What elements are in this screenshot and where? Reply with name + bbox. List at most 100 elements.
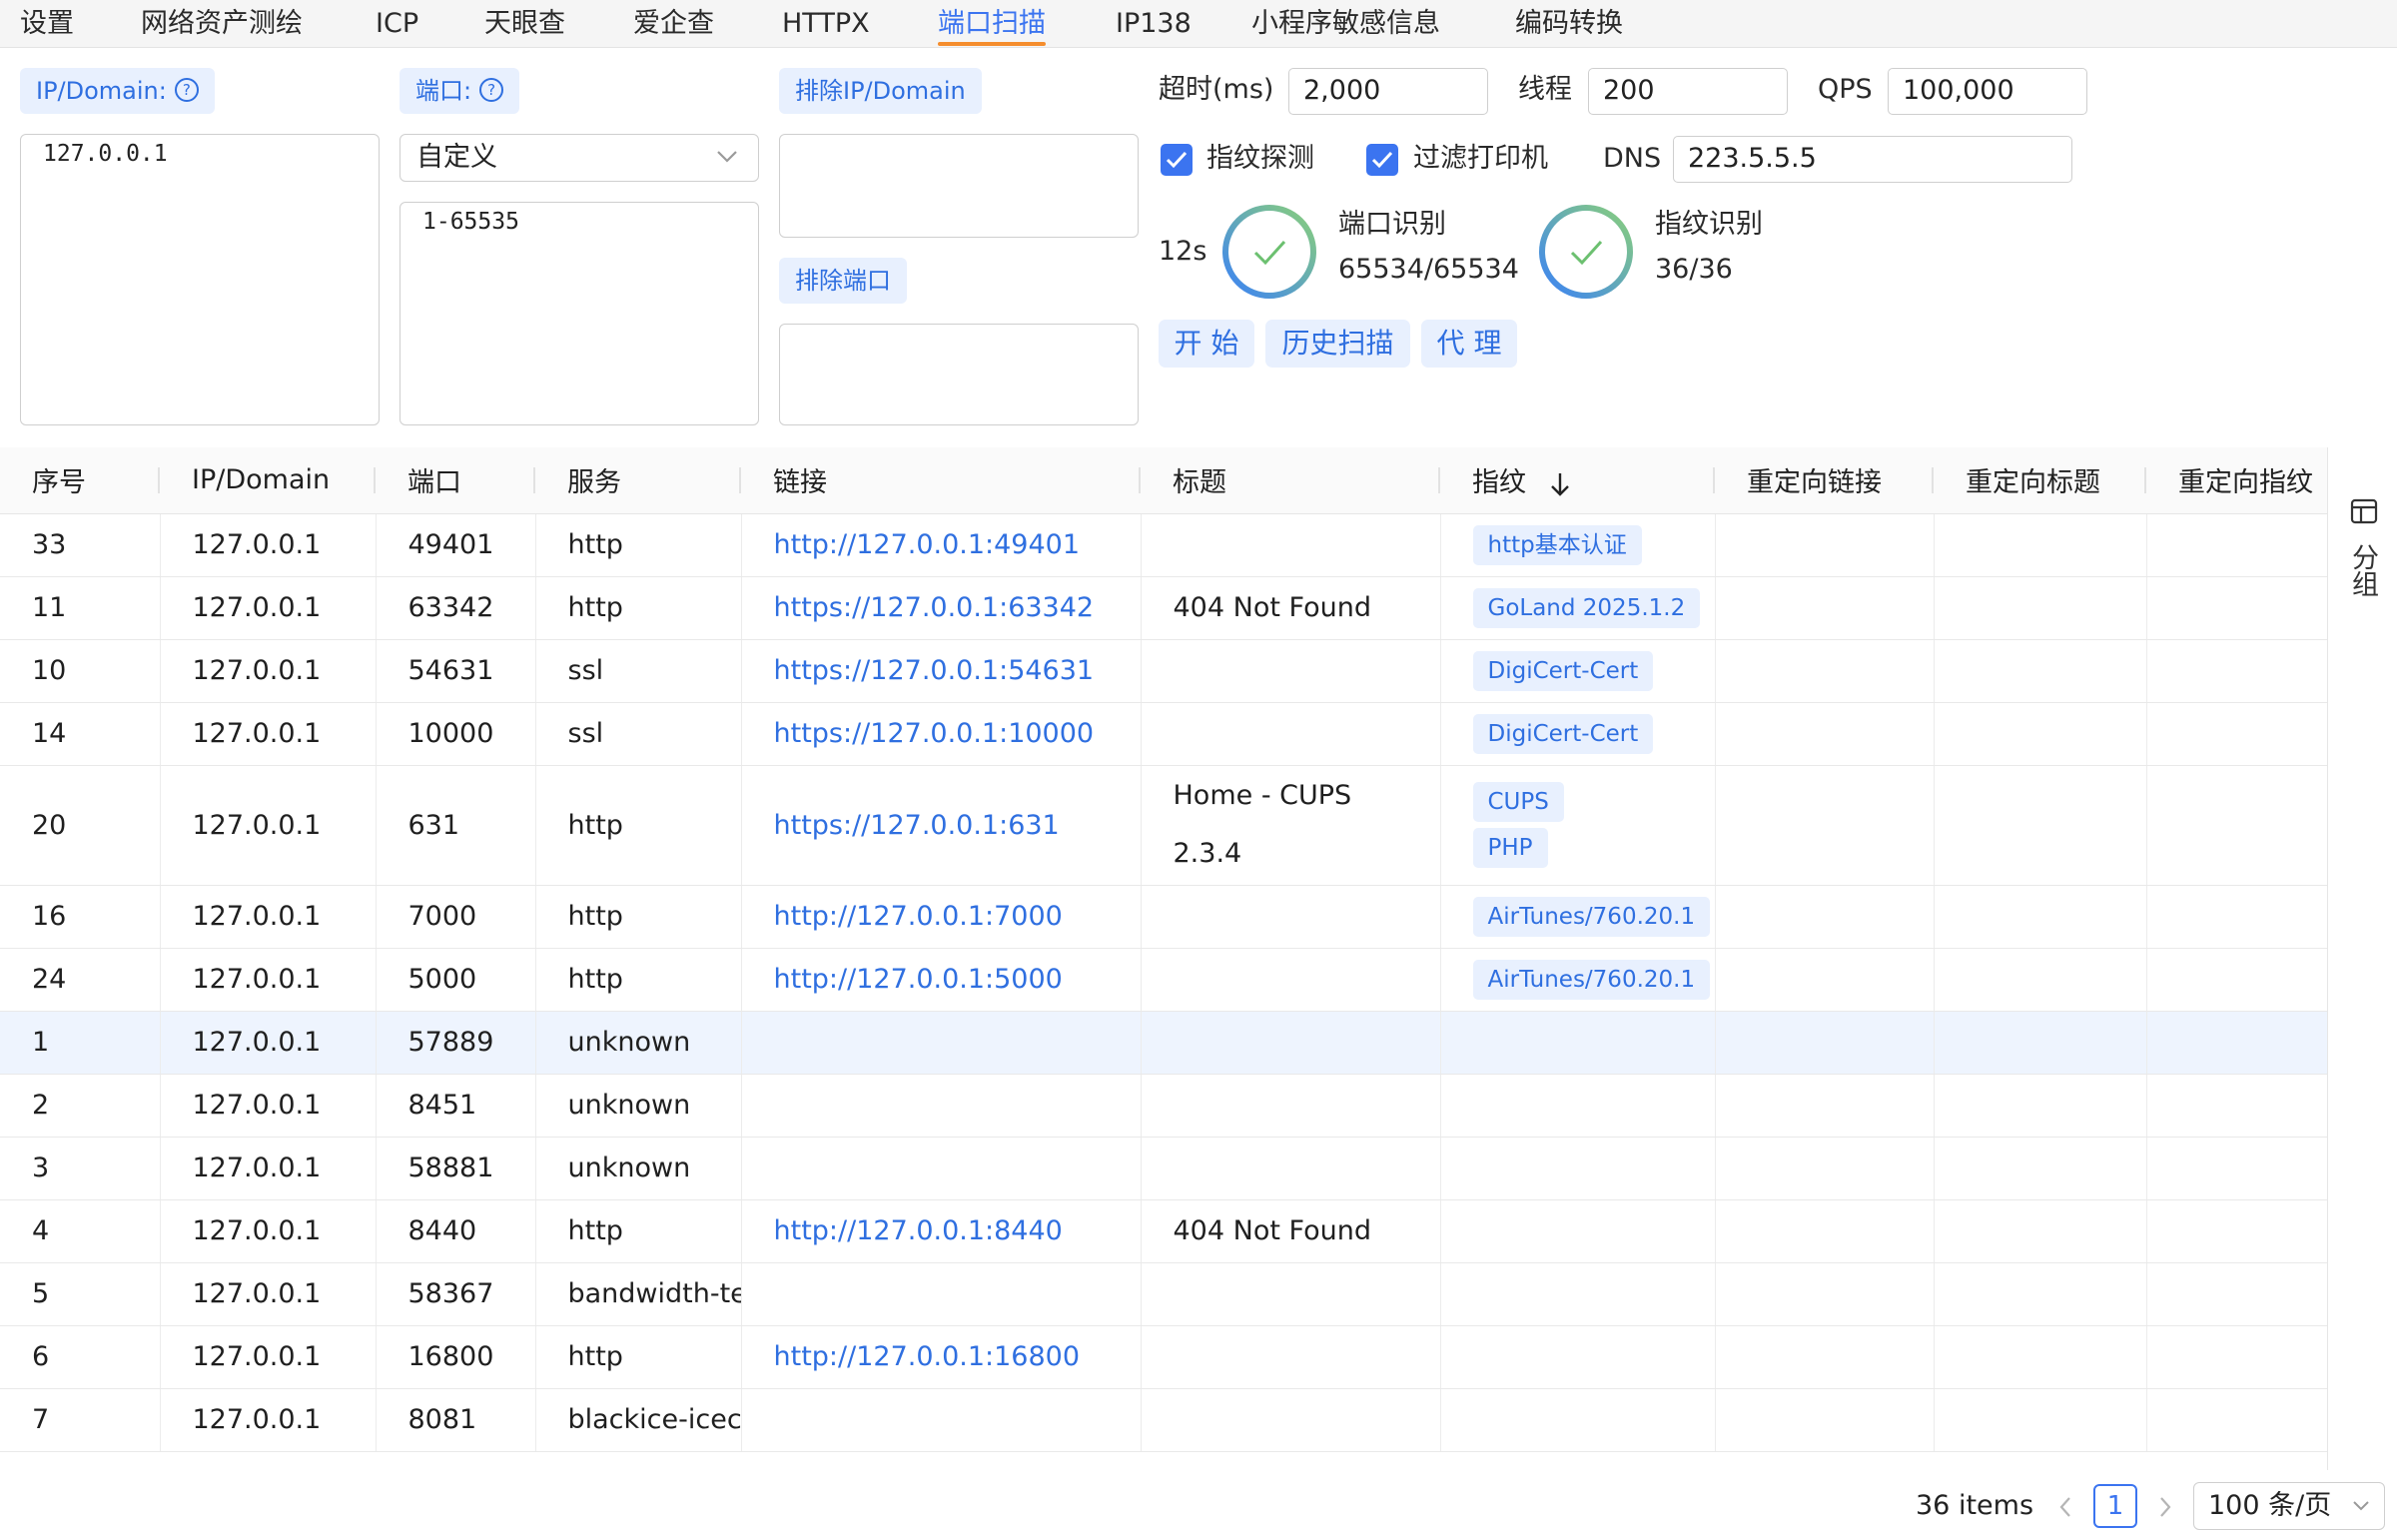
- threads-input[interactable]: 200: [1588, 68, 1788, 115]
- exclude-ip-label: 排除IP/Domain: [779, 68, 982, 114]
- cell-service: ssl: [535, 639, 742, 703]
- col-header-port[interactable]: 端口: [376, 447, 535, 514]
- table-header-row: 序号 IP/Domain 端口 服务 链接 标题 指纹 重定向链接 重定向标题 …: [0, 447, 2327, 514]
- cell-link: [741, 1262, 1142, 1326]
- link[interactable]: https://127.0.0.1:631: [774, 810, 1060, 841]
- cell-port: 5000: [376, 948, 536, 1012]
- table-row[interactable]: 33 127.0.0.1 49401 http http://127.0.0.1:494…: [0, 513, 2327, 577]
- chevron-right-icon[interactable]: [2157, 1495, 2173, 1519]
- tab-tianyancha[interactable]: 天眼查: [484, 0, 565, 47]
- cell-redirect-fingerprint: [2146, 1262, 2327, 1326]
- cell-redirect-title: [1934, 948, 2147, 1012]
- dns-input[interactable]: 223.5.5.5: [1673, 136, 2072, 183]
- table-row[interactable]: 14 127.0.0.1 10000 ssl https://127.0.0.1:100…: [0, 702, 2327, 766]
- cell-redirect-fingerprint: [2146, 513, 2327, 577]
- col-header-redirect-title[interactable]: 重定向标题: [1934, 447, 2146, 514]
- table-row[interactable]: 24 127.0.0.1 5000 http http://127.0.0.1:5000…: [0, 948, 2327, 1012]
- cell-ip: 127.0.0.1: [160, 513, 377, 577]
- cell-id: 3: [0, 1137, 161, 1200]
- col-header-label: 服务: [567, 467, 621, 499]
- link[interactable]: https://127.0.0.1:10000: [774, 718, 1095, 749]
- tab-icp[interactable]: ICP: [376, 0, 418, 47]
- col-header-id[interactable]: 序号: [0, 447, 160, 514]
- total-items: 36 items: [1916, 1490, 2034, 1521]
- sort-desc-icon[interactable]: [1549, 471, 1571, 497]
- tab-ip138[interactable]: IP138: [1116, 0, 1192, 47]
- cell-service: http: [535, 948, 742, 1012]
- port-value: 1-65535: [422, 209, 519, 235]
- link[interactable]: http://127.0.0.1:5000: [774, 964, 1063, 995]
- tab-miniprogram[interactable]: 小程序敏感信息: [1251, 0, 1440, 47]
- table-row[interactable]: 6 127.0.0.1 16800 http http://127.0.0.1:1680…: [0, 1325, 2327, 1389]
- help-icon[interactable]: ?: [479, 78, 504, 102]
- tab-aiqicha[interactable]: 爱企查: [633, 0, 714, 47]
- table-row[interactable]: 3 127.0.0.1 58881 unknown: [0, 1137, 2327, 1200]
- cell-ip: 127.0.0.1: [160, 639, 377, 703]
- fingerprint-label: 指纹探测: [1206, 143, 1314, 174]
- fingerprint-tag: GoLand 2025.1.2: [1472, 587, 1701, 628]
- page-number-button[interactable]: 1: [2093, 1484, 2137, 1528]
- fingerprint-tag: AirTunes/760.20.1: [1472, 959, 1711, 1000]
- cell-redirect-link: [1715, 639, 1935, 703]
- table-row[interactable]: 1 127.0.0.1 57889 unknown: [0, 1011, 2327, 1075]
- cell-port: 54631: [376, 639, 536, 703]
- link[interactable]: https://127.0.0.1:63342: [774, 592, 1095, 623]
- col-header-fingerprint[interactable]: 指纹: [1440, 447, 1715, 514]
- chevron-left-icon[interactable]: [2057, 1495, 2073, 1519]
- link[interactable]: http://127.0.0.1:8440: [774, 1215, 1063, 1246]
- table-row[interactable]: 7 127.0.0.1 8081 blackice-icec: [0, 1388, 2327, 1452]
- port-preset-select[interactable]: 自定义: [400, 134, 759, 182]
- cell-id: 7: [0, 1388, 161, 1452]
- port-label-text: 端口:: [415, 77, 472, 105]
- chevron-down-icon: [717, 151, 737, 163]
- exclude-ip-textarea[interactable]: [779, 134, 1139, 238]
- col-header-ip[interactable]: IP/Domain: [160, 447, 376, 514]
- tab-encoding[interactable]: 编码转换: [1515, 0, 1623, 47]
- results-table: 序号 IP/Domain 端口 服务 链接 标题 指纹 重定向链接 重定向标题 …: [0, 447, 2327, 1452]
- table-row[interactable]: 20 127.0.0.1 631 http https://127.0.0.1:631 H…: [0, 765, 2327, 886]
- qps-input[interactable]: 100,000: [1888, 68, 2087, 115]
- filter-printer-checkbox[interactable]: [1366, 144, 1398, 176]
- col-header-redirect-link[interactable]: 重定向链接: [1715, 447, 1934, 514]
- page-size-select[interactable]: 100 条/页: [2193, 1482, 2385, 1530]
- tab-settings[interactable]: 设置: [20, 0, 74, 47]
- col-header-service[interactable]: 服务: [535, 447, 741, 514]
- table-row[interactable]: 5 127.0.0.1 58367 bandwidth-te: [0, 1262, 2327, 1326]
- cell-link: https://127.0.0.1:54631: [741, 639, 1142, 703]
- cell-redirect-link: [1715, 702, 1935, 766]
- tab-asset-mapping[interactable]: 网络资产测绘: [141, 0, 303, 47]
- cell-id: 1: [0, 1011, 161, 1075]
- cell-ip: 127.0.0.1: [160, 1074, 377, 1138]
- link[interactable]: http://127.0.0.1:49401: [774, 529, 1081, 560]
- col-header-redirect-fingerprint[interactable]: 重定向指纹: [2146, 447, 2327, 514]
- col-header-link[interactable]: 链接: [741, 447, 1141, 514]
- help-icon[interactable]: ?: [174, 78, 199, 102]
- cell-port: 57889: [376, 1011, 536, 1075]
- proxy-button[interactable]: 代 理: [1421, 320, 1517, 368]
- link[interactable]: http://127.0.0.1:16800: [774, 1341, 1081, 1372]
- table-row[interactable]: 10 127.0.0.1 54631 ssl https://127.0.0.1:546…: [0, 639, 2327, 703]
- start-button[interactable]: 开 始: [1159, 320, 1254, 368]
- link[interactable]: http://127.0.0.1:7000: [774, 901, 1063, 932]
- link[interactable]: https://127.0.0.1:54631: [774, 655, 1095, 686]
- fingerprint-checkbox[interactable]: [1161, 144, 1193, 176]
- exclude-port-textarea[interactable]: [779, 324, 1139, 425]
- tab-httpx[interactable]: HTTPX: [782, 0, 870, 47]
- cell-redirect-fingerprint: [2146, 702, 2327, 766]
- cell-ip: 127.0.0.1: [160, 1199, 377, 1263]
- port-textarea[interactable]: 1-65535: [400, 202, 759, 425]
- cell-fingerprint: [1440, 1199, 1716, 1263]
- cell-title: [1141, 1011, 1441, 1075]
- table-row[interactable]: 4 127.0.0.1 8440 http http://127.0.0.1:8440 4…: [0, 1199, 2327, 1263]
- port-preset-value: 自定义: [416, 142, 497, 173]
- timeout-input[interactable]: 2,000: [1288, 68, 1488, 115]
- table-row[interactable]: 11 127.0.0.1 63342 http https://127.0.0.1:63…: [0, 576, 2327, 640]
- tab-port-scan[interactable]: 端口扫描: [938, 0, 1046, 47]
- history-scan-button[interactable]: 历史扫描: [1265, 320, 1410, 368]
- col-header-title[interactable]: 标题: [1141, 447, 1440, 514]
- cell-link: http://127.0.0.1:7000: [741, 885, 1142, 949]
- group-panel[interactable]: 分组: [2327, 447, 2397, 1470]
- table-row[interactable]: 16 127.0.0.1 7000 http http://127.0.0.1:7000…: [0, 885, 2327, 949]
- ip-domain-textarea[interactable]: 127.0.0.1: [20, 134, 380, 425]
- table-row[interactable]: 2 127.0.0.1 8451 unknown: [0, 1074, 2327, 1138]
